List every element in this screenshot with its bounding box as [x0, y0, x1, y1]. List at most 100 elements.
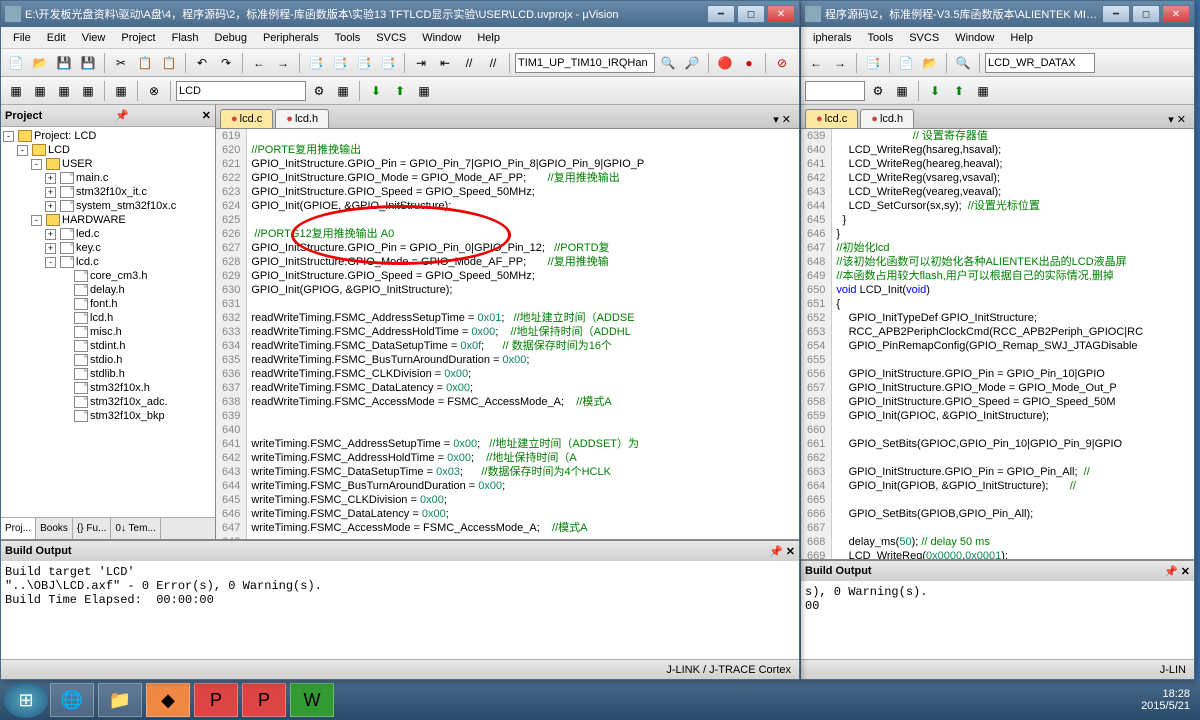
code-area-2[interactable]: 6396406416426436446456466476486496506516…	[801, 129, 1194, 559]
bookmark-prev-icon[interactable]: 📑	[329, 52, 351, 74]
taskbar-app2-icon[interactable]: P	[194, 683, 238, 717]
tree-node[interactable]: stm32f10x_adc.	[3, 395, 213, 409]
undo-icon[interactable]: ↶	[191, 52, 213, 74]
panel-pin-icon[interactable]: 📌	[115, 109, 129, 122]
find-icon[interactable]: 🔍	[952, 52, 974, 74]
taskbar-app4-icon[interactable]: W	[290, 683, 334, 717]
tree-node[interactable]: misc.h	[3, 325, 213, 339]
close-button[interactable]: ✕	[767, 5, 795, 23]
titlebar-2[interactable]: 程序源码\2，标准例程-V3.5库函数版本\ALIENTEK MINIST...…	[801, 1, 1194, 27]
menu-peripherals[interactable]: Peripherals	[255, 30, 327, 46]
start-button[interactable]: ⊞	[4, 682, 48, 718]
tree-node[interactable]: stdlib.h	[3, 367, 213, 381]
rebuild-icon[interactable]: ⬆	[948, 80, 970, 102]
bookmark-next-icon[interactable]: 📑	[353, 52, 375, 74]
tab-close-icon[interactable]: ▾ ✕	[1164, 111, 1190, 128]
editor-tab[interactable]: ●lcd.c	[805, 109, 858, 128]
taskbar-app3-icon[interactable]: P	[242, 683, 286, 717]
saveall-icon[interactable]: 💾	[77, 52, 99, 74]
batch-build-icon[interactable]: ▦	[77, 80, 99, 102]
erase-icon[interactable]: ⬆	[389, 80, 411, 102]
paste-icon[interactable]: 📋	[158, 52, 180, 74]
batch-icon[interactable]: ▦	[972, 80, 994, 102]
download-icon[interactable]: ⬇	[365, 80, 387, 102]
new-icon[interactable]: 📄	[5, 52, 27, 74]
menu-help[interactable]: Help	[1002, 30, 1041, 46]
save-icon[interactable]: 💾	[53, 52, 75, 74]
find-combo[interactable]	[515, 53, 655, 73]
menu-window[interactable]: Window	[414, 30, 469, 46]
titlebar-1[interactable]: E:\开发板光盘资料\驱动\A盘\4，程序源码\2，标准例程-库函数版本\实验1…	[1, 1, 799, 27]
build-icon[interactable]: ▦	[891, 80, 913, 102]
translate-icon[interactable]: ▦	[110, 80, 132, 102]
rebuild-icon[interactable]: ▦	[29, 80, 51, 102]
menu-help[interactable]: Help	[469, 30, 508, 46]
menu-svcs[interactable]: SVCS	[901, 30, 947, 46]
stop-icon[interactable]: ●	[738, 52, 760, 74]
tree-node[interactable]: +system_stm32f10x.c	[3, 199, 213, 213]
minimize-button[interactable]: ━	[707, 5, 735, 23]
uncomment-icon[interactable]: //	[482, 52, 504, 74]
tree-node[interactable]: +led.c	[3, 227, 213, 241]
back-icon[interactable]: ←	[248, 52, 270, 74]
tree-node[interactable]: -USER	[3, 157, 213, 171]
tree-node[interactable]: +main.c	[3, 171, 213, 185]
tree-node[interactable]: stm32f10x.h	[3, 381, 213, 395]
build-output-text-2[interactable]: s), 0 Warning(s). 00	[801, 581, 1194, 659]
comment-icon[interactable]: //	[458, 52, 480, 74]
editor-tab[interactable]: ●lcd.h	[275, 109, 329, 128]
tree-node[interactable]: lcd.h	[3, 311, 213, 325]
open-icon[interactable]: 📂	[29, 52, 51, 74]
close-button[interactable]: ✕	[1162, 5, 1190, 23]
new-icon[interactable]: 📄	[895, 52, 917, 74]
tree-node[interactable]: -HARDWARE	[3, 213, 213, 227]
menu-file[interactable]: File	[5, 30, 39, 46]
taskbar-ie-icon[interactable]: 🌐	[50, 683, 94, 717]
stop-build-icon[interactable]: ⊗	[143, 80, 165, 102]
forward-icon[interactable]: →	[829, 52, 851, 74]
back-icon[interactable]: ←	[805, 52, 827, 74]
minimize-button[interactable]: ━	[1102, 5, 1130, 23]
flash-icon[interactable]: ▦	[413, 80, 435, 102]
tree-node[interactable]: +key.c	[3, 241, 213, 255]
tree-node[interactable]: stdio.h	[3, 353, 213, 367]
outdent-icon[interactable]: ⇤	[434, 52, 456, 74]
pin-icon[interactable]: 📌 ✕	[1164, 565, 1190, 578]
menu-edit[interactable]: Edit	[39, 30, 74, 46]
menu-ipherals[interactable]: ipherals	[805, 30, 860, 46]
bookmark-icon[interactable]: 📑	[305, 52, 327, 74]
maximize-button[interactable]: ◻	[737, 5, 765, 23]
target-combo-2[interactable]	[805, 81, 865, 101]
tree-node[interactable]: delay.h	[3, 283, 213, 297]
options-icon[interactable]: ⚙	[308, 80, 330, 102]
tree-node[interactable]: -lcd.c	[3, 255, 213, 269]
tree-node[interactable]: stdint.h	[3, 339, 213, 353]
redo-icon[interactable]: ↷	[215, 52, 237, 74]
tree-node[interactable]: -LCD	[3, 143, 213, 157]
forward-icon[interactable]: →	[272, 52, 294, 74]
download-icon[interactable]: ⬇	[924, 80, 946, 102]
build-icon[interactable]: ▦	[5, 80, 27, 102]
tree-node[interactable]: font.h	[3, 297, 213, 311]
find-next-icon[interactable]: 🔎	[681, 52, 703, 74]
bookmark-icon[interactable]: 📑	[862, 52, 884, 74]
system-tray[interactable]: 18:28 2015/5/21	[1141, 688, 1196, 712]
menu-debug[interactable]: Debug	[207, 30, 255, 46]
project-tab[interactable]: 0↓ Tem...	[111, 518, 160, 539]
build-target-icon[interactable]: ▦	[53, 80, 75, 102]
manage-icon[interactable]: ▦	[332, 80, 354, 102]
menu-tools[interactable]: Tools	[327, 30, 369, 46]
build-output-text-1[interactable]: Build target 'LCD' "..\OBJ\LCD.axf" - 0 …	[1, 561, 799, 659]
target-combo[interactable]	[176, 81, 306, 101]
editor-tab[interactable]: ●lcd.h	[860, 109, 914, 128]
project-tab[interactable]: {} Fu...	[73, 518, 111, 539]
tab-close-icon[interactable]: ▾ ✕	[769, 111, 795, 128]
code-area-1[interactable]: 6196206216226236246256266276286296306316…	[216, 129, 799, 539]
maximize-button[interactable]: ◻	[1132, 5, 1160, 23]
search-combo-2[interactable]	[985, 53, 1095, 73]
options-icon[interactable]: ⚙	[867, 80, 889, 102]
tree-node[interactable]: stm32f10x_bkp	[3, 409, 213, 423]
cut-icon[interactable]: ✂	[110, 52, 132, 74]
bookmark-clear-icon[interactable]: 📑	[377, 52, 399, 74]
tree-root[interactable]: -Project: LCD	[3, 129, 213, 143]
